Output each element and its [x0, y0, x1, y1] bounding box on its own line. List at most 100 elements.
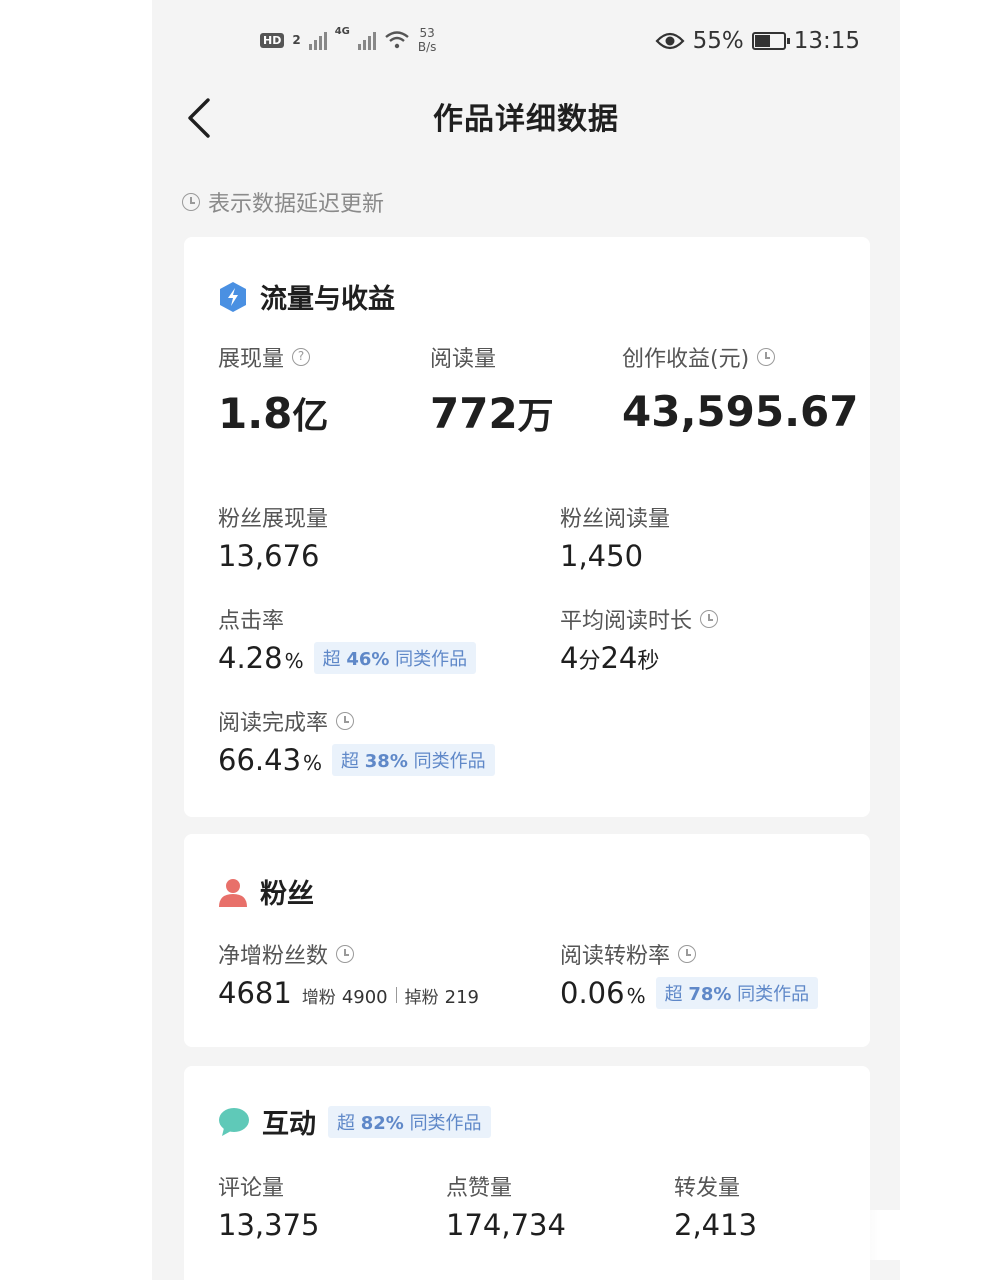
battery-fill: [754, 35, 770, 47]
gain-value: 4900: [341, 987, 388, 1008]
avg-read-time-label-text: 平均阅读时长: [560, 609, 693, 634]
net-speed: 53 B/s: [418, 26, 437, 54]
fans-section-header: 粉丝: [218, 872, 314, 911]
reads-metric: 阅读量 772万: [430, 341, 554, 439]
badge-prefix: 超: [337, 1112, 355, 1134]
impressions-label-text: 展现量: [218, 347, 285, 372]
status-bar: HD 2 4G 53 B/s 55% 13:15: [152, 0, 900, 86]
earnings-metric: 创作收益(元) 43,595.67: [622, 341, 858, 436]
battery-icon: [751, 32, 790, 50]
fan-conversion-unit: %: [626, 984, 646, 1008]
completion-metric: 阅读完成率 66.43 % 超 38% 同类作品: [218, 705, 495, 777]
fan-conversion-rank-badge: 超 78% 同类作品: [655, 977, 819, 1009]
completion-label-text: 阅读完成率: [218, 711, 329, 736]
sim-indicator: 2: [292, 33, 301, 47]
fan-conversion-label-text: 阅读转粉率: [560, 944, 671, 969]
net-speed-value: 53: [419, 26, 435, 40]
traffic-section-header: 流量与收益: [218, 277, 395, 316]
signal-icon-2: [357, 30, 376, 50]
avg-read-time-metric: 平均阅读时长 4 分 24 秒: [560, 603, 719, 675]
fan-conversion-metric: 阅读转粉率 0.06 % 超 78% 同类作品: [560, 938, 819, 1010]
impressions-value: 1.8亿: [218, 387, 328, 439]
delay-notice: 表示数据延迟更新: [182, 186, 384, 218]
comments-value: 13,375: [218, 1208, 320, 1242]
help-icon[interactable]: ?: [292, 348, 311, 366]
badge-suffix: 同类作品: [413, 751, 486, 772]
impressions-label: 展现量 ?: [218, 341, 328, 373]
reads-unit: 万: [517, 396, 554, 437]
edge-fade: [852, 1210, 900, 1260]
badge-percent: 78%: [688, 984, 732, 1005]
completion-label: 阅读完成率: [218, 705, 495, 737]
traffic-earnings-card: 流量与收益 展现量 ? 1.8亿 阅读量 772万 创作收益(元) 43,595…: [184, 237, 870, 817]
clock-icon: [336, 945, 355, 963]
avg-read-time-label: 平均阅读时长: [560, 603, 719, 635]
fans-gain-loss: 增粉 4900 掉粉 219: [302, 983, 479, 1008]
network-type: 4G: [334, 26, 350, 37]
badge-suffix: 同类作品: [409, 1112, 482, 1134]
net-fans-metric: 净增粉丝数 4681 增粉 4900 掉粉 219: [218, 938, 479, 1010]
reads-value: 772万: [430, 387, 554, 439]
status-right: 55% 13:15: [655, 28, 860, 54]
clock-icon: [336, 712, 355, 730]
divider: [395, 987, 397, 1003]
fan-impressions-label: 粉丝展现量: [218, 507, 329, 532]
lightning-icon: [220, 281, 246, 312]
earnings-label-text: 创作收益(元): [622, 347, 750, 372]
shares-label: 转发量: [674, 1176, 741, 1201]
avg-read-time-value: 4 分 24 秒: [560, 641, 718, 675]
traffic-section-title: 流量与收益: [260, 284, 395, 315]
clock-time: 13:15: [793, 28, 860, 54]
signal-icon: [308, 30, 327, 50]
avg-read-seconds-unit: 秒: [637, 649, 660, 674]
fan-reads-metric: 粉丝阅读量 1,450: [560, 501, 670, 573]
badge-percent: 46%: [346, 649, 390, 670]
badge-percent: 82%: [360, 1112, 404, 1134]
net-fans-value-row: 4681 增粉 4900 掉粉 219: [218, 976, 479, 1010]
fan-conversion-value-row: 0.06 % 超 78% 同类作品: [560, 976, 819, 1010]
loss-value: 219: [444, 987, 479, 1008]
battery-percent: 55%: [692, 28, 744, 54]
interaction-section-title: 互动: [262, 1109, 316, 1140]
person-icon: [219, 878, 247, 907]
avg-read-seconds: 24: [600, 641, 638, 675]
interaction-card: 互动 超 82% 同类作品 评论量 13,375 点赞量 174,734 转发量…: [184, 1066, 870, 1280]
status-left: HD 2 4G 53 B/s: [260, 26, 436, 54]
fan-reads-label: 粉丝阅读量: [560, 507, 671, 532]
fans-section-title: 粉丝: [260, 879, 314, 910]
completion-unit: %: [303, 751, 323, 775]
completion-value: 66.43: [218, 743, 302, 777]
completion-value-row: 66.43 % 超 38% 同类作品: [218, 743, 495, 777]
net-speed-unit: B/s: [417, 40, 437, 54]
reads-label: 阅读量: [430, 347, 497, 372]
chat-bubble-icon: [219, 1107, 249, 1136]
likes-label: 点赞量: [446, 1176, 513, 1201]
earnings-value: 43,595.67: [622, 387, 859, 436]
earnings-label: 创作收益(元): [622, 341, 858, 373]
impressions-metric: 展现量 ? 1.8亿: [218, 341, 328, 439]
clock-icon: [700, 610, 719, 628]
clock-icon: [678, 945, 697, 963]
badge-prefix: 超: [341, 751, 360, 772]
impressions-unit: 亿: [292, 396, 329, 437]
hd-indicator: HD: [260, 32, 285, 48]
badge-prefix: 超: [322, 649, 341, 670]
fan-reads-value: 1,450: [560, 539, 644, 573]
interaction-section-header: 互动 超 82% 同类作品: [218, 1102, 491, 1141]
ctr-value-row: 4.28 % 超 46% 同类作品: [218, 641, 477, 675]
likes-value: 174,734: [446, 1208, 566, 1242]
net-fans-value: 4681: [218, 976, 292, 1010]
avg-read-minutes: 4: [560, 641, 579, 675]
wifi-icon: [385, 31, 409, 49]
badge-prefix: 超: [664, 984, 683, 1005]
net-fans-label-text: 净增粉丝数: [218, 944, 329, 969]
net-fans-label: 净增粉丝数: [218, 938, 479, 970]
likes-metric: 点赞量 174,734: [446, 1170, 566, 1242]
shares-metric: 转发量 2,413: [674, 1170, 757, 1242]
badge-percent: 38%: [364, 751, 408, 772]
fan-conversion-value: 0.06: [560, 976, 625, 1010]
gain-label: 增粉: [301, 988, 336, 1008]
ctr-rank-badge: 超 46% 同类作品: [313, 642, 477, 674]
phone-screen: HD 2 4G 53 B/s 55% 13:15 作品详细数据 表示数据延迟更新: [152, 0, 900, 1280]
avg-read-minutes-unit: 分: [578, 649, 601, 674]
